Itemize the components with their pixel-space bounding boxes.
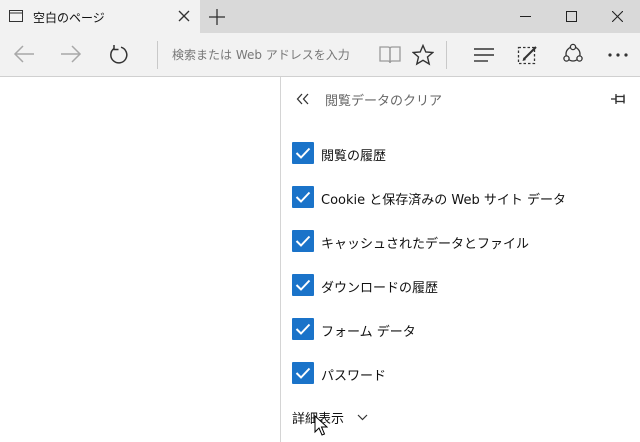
reading-view-icon [379,46,401,64]
toolbar-separator [157,41,158,69]
panel-title: 閲覧データのクリア [325,94,443,109]
title-bar: 空白のページ [0,0,640,33]
checkbox-checked[interactable] [292,318,314,340]
clear-browsing-data-panel: 閲覧データのクリア 閲覧の履歴 Cookie と保存済みの Web サイト デー… [280,77,640,442]
panel-header: 閲覧データのクリア [281,77,640,121]
pin-icon[interactable] [610,92,628,106]
minimize-button[interactable] [502,0,548,33]
back-arrow-icon [13,45,34,63]
reading-view-button[interactable] [372,33,408,76]
toolbar-separator [446,41,447,69]
tab-title: 空白のページ [33,11,105,25]
forward-arrow-icon [61,45,82,63]
favorite-star-icon [412,44,434,66]
option-label: キャッシュされたデータとファイル [321,237,530,252]
favorites-button[interactable] [408,33,438,76]
hub-button[interactable] [462,33,506,76]
option-label: 閲覧の履歴 [321,149,387,164]
option-label: フォーム データ [321,325,416,340]
minimize-icon [520,16,531,17]
checkbox-checked[interactable] [292,362,314,384]
option-form-data[interactable]: フォーム データ [292,318,622,342]
checkmark-icon [295,323,311,335]
blank-page-content [0,77,280,442]
back-button[interactable] [0,33,48,76]
option-cookies[interactable]: Cookie と保存済みの Web サイト データ [292,186,622,210]
checkbox-checked[interactable] [292,186,314,208]
maximize-icon [566,11,577,22]
option-passwords[interactable]: パスワード [292,362,622,386]
checkmark-icon [295,279,311,291]
option-label: Cookie と保存済みの Web サイト データ [321,193,566,208]
more-button[interactable] [594,33,640,76]
checkmark-icon [295,191,311,203]
checkmark-icon [295,147,311,159]
option-download-history[interactable]: ダウンロードの履歴 [292,274,622,298]
show-more-toggle[interactable]: 詳細表示 [292,406,412,428]
web-note-button[interactable] [506,33,550,76]
web-note-icon [517,46,537,65]
refresh-button[interactable] [96,33,144,76]
checkmark-icon [295,367,311,379]
more-icon [608,53,628,57]
share-icon [563,43,583,62]
option-cached-data[interactable]: キャッシュされたデータとファイル [292,230,622,254]
double-chevron-left-icon[interactable] [296,92,310,106]
page-icon [9,10,23,22]
checkbox-checked[interactable] [292,230,314,252]
checkbox-checked[interactable] [292,274,314,296]
option-browsing-history[interactable]: 閲覧の履歴 [292,142,622,166]
chevron-down-icon [357,414,368,421]
hub-icon [474,48,494,62]
address-bar[interactable]: 検索または Web アドレスを入力 [172,46,350,63]
window-close-button[interactable] [594,0,640,33]
tab-close-icon[interactable] [177,9,191,23]
maximize-button[interactable] [548,0,594,33]
share-button[interactable] [550,33,594,76]
option-label: パスワード [321,369,387,384]
new-tab-icon[interactable] [208,8,226,26]
forward-button[interactable] [48,33,96,76]
toolbar: 検索または Web アドレスを入力 [0,33,640,77]
close-icon [612,11,623,22]
refresh-icon [110,45,128,64]
option-label: ダウンロードの履歴 [321,281,439,296]
checkmark-icon [295,235,311,247]
mouse-cursor-icon [314,415,328,436]
active-tab[interactable]: 空白のページ [0,0,200,33]
checkbox-checked[interactable] [292,142,314,164]
